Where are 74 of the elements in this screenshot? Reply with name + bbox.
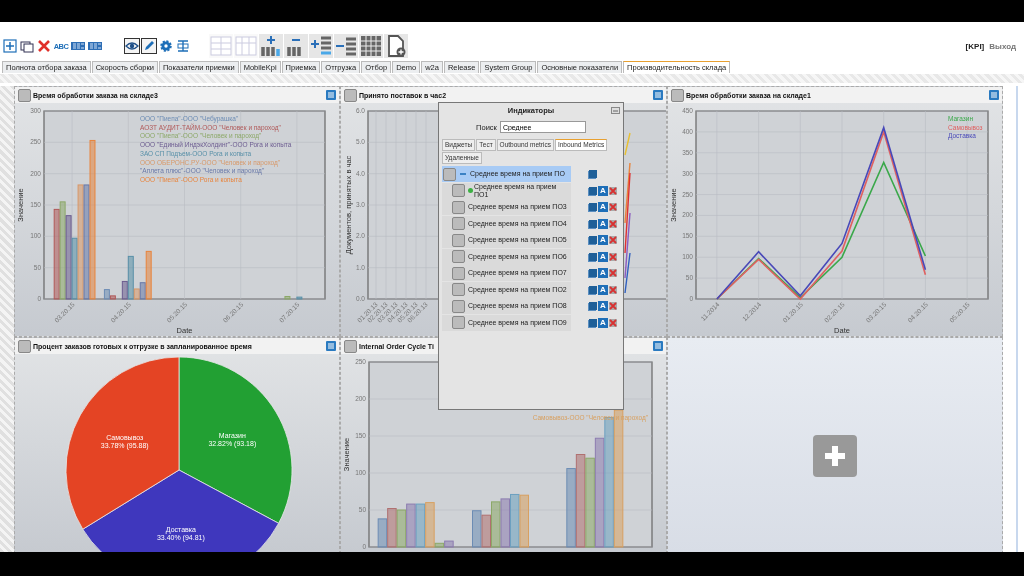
- edit-button[interactable]: A: [598, 185, 608, 196]
- bar: [491, 501, 501, 548]
- grid-button[interactable]: [359, 34, 383, 58]
- windows-button[interactable]: [19, 38, 35, 54]
- delete-icon[interactable]: [609, 236, 617, 245]
- add-icon: [3, 39, 17, 53]
- text-field-button[interactable]: [175, 38, 191, 54]
- remove-row-button[interactable]: [334, 34, 358, 58]
- add-widget-button[interactable]: [813, 434, 857, 477]
- widget-thumb-icon[interactable]: [344, 88, 357, 102]
- delete-icon[interactable]: [609, 203, 617, 212]
- bar: [377, 518, 388, 548]
- menu-icon[interactable]: [326, 90, 336, 100]
- bar: [500, 498, 510, 548]
- pencil-button[interactable]: [141, 38, 157, 54]
- text-block-icon: [71, 39, 85, 53]
- delete-icon[interactable]: [609, 219, 617, 228]
- edit-button[interactable]: A: [598, 202, 608, 213]
- delete-icon[interactable]: [609, 269, 617, 278]
- menu-icon[interactable]: [653, 341, 663, 351]
- kpi-label: [KPI]: [965, 41, 985, 51]
- logout-link[interactable]: Выход: [989, 41, 1016, 51]
- bar: [296, 296, 303, 300]
- delete-icon[interactable]: [609, 252, 617, 261]
- table-icon: [235, 35, 257, 57]
- settings-icon: [159, 39, 173, 53]
- edit-button[interactable]: A: [598, 235, 608, 246]
- gear-button[interactable]: [158, 38, 174, 54]
- widget-thumb-icon[interactable]: [18, 339, 31, 353]
- edit-button[interactable]: A: [598, 218, 608, 229]
- delete-icon[interactable]: [609, 285, 617, 294]
- remove-row-icon: [335, 35, 357, 57]
- menu-icon[interactable]: [326, 341, 336, 351]
- add-column-icon: [260, 35, 282, 57]
- widget-thumb-icon[interactable]: [344, 339, 357, 353]
- remove-column-button[interactable]: [284, 34, 308, 58]
- new-document-icon: [385, 35, 407, 57]
- table-icon: [210, 35, 232, 57]
- bar: [387, 508, 397, 548]
- edit-button[interactable]: A: [598, 268, 608, 279]
- edit-button[interactable]: A: [598, 251, 608, 262]
- bar: [396, 509, 407, 548]
- bar: [415, 503, 426, 548]
- new-document-button[interactable]: [384, 34, 408, 58]
- bar: [519, 494, 529, 548]
- windows-icon: [20, 39, 34, 53]
- text-block-icon: [88, 39, 102, 53]
- bar: [406, 503, 416, 548]
- widget-thumb-icon[interactable]: [18, 88, 31, 102]
- add-row-button[interactable]: [309, 34, 333, 58]
- delete-button[interactable]: [36, 38, 52, 54]
- add-column-button[interactable]: [259, 34, 283, 58]
- minimize-icon[interactable]: [611, 107, 620, 114]
- bar: [472, 510, 482, 548]
- delete-icon[interactable]: [609, 302, 617, 311]
- add-button[interactable]: [2, 38, 18, 54]
- edit-button[interactable]: A: [598, 284, 608, 295]
- eye-icon: [125, 39, 139, 53]
- delete-icon[interactable]: [609, 318, 617, 327]
- add-row-icon: [310, 35, 332, 57]
- pencil-icon: [142, 39, 156, 53]
- bar: [481, 514, 491, 548]
- menu-icon[interactable]: [653, 90, 663, 100]
- bar: [510, 493, 520, 548]
- text-field-icon: [176, 39, 190, 53]
- widget-thumb-icon[interactable]: [671, 88, 684, 102]
- edit-button[interactable]: A: [598, 301, 608, 312]
- eye-button[interactable]: [124, 38, 140, 54]
- delete-icon: [37, 39, 51, 53]
- delete-icon[interactable]: [609, 186, 617, 195]
- menu-icon[interactable]: [989, 90, 999, 100]
- edit-button[interactable]: A: [598, 317, 608, 328]
- grid-icon: [360, 35, 382, 57]
- bar: [284, 296, 291, 300]
